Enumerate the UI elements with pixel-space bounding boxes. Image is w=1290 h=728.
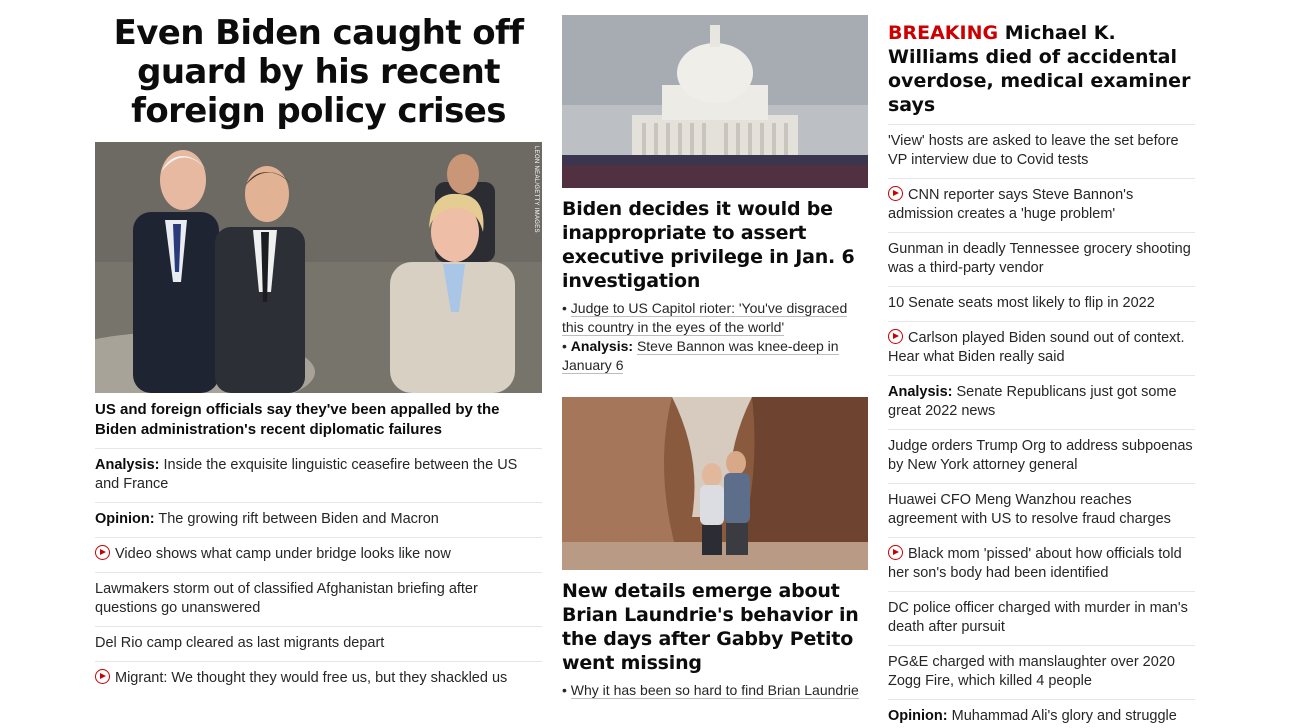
card2-bullets: • Why it has been so hard to find Brian … [562, 675, 868, 700]
item-text: Muhammad Ali's glory and struggle [951, 708, 1177, 724]
card1-bullets: • Judge to US Capitol rioter: 'You've di… [562, 293, 868, 375]
image-credit: LEON NEAL/GETTY IMAGES [533, 146, 539, 233]
list-item[interactable]: Huawei CFO Meng Wanzhou reaches agreemen… [888, 484, 1195, 538]
list-item[interactable]: 'View' hosts are asked to leave the set … [888, 125, 1195, 179]
list-item[interactable]: Gunman in deadly Tennessee grocery shoot… [888, 233, 1195, 287]
list-item[interactable]: Analysis: Senate Republicans just got so… [888, 376, 1195, 430]
item-text: Inside the exquisite linguistic ceasefir… [95, 457, 518, 492]
capitol-image[interactable] [562, 15, 868, 188]
list-item[interactable]: Black mom 'pissed' about how officials t… [888, 538, 1195, 592]
item-text: Gunman in deadly Tennessee grocery shoot… [888, 241, 1191, 276]
item-prefix: Analysis: [888, 384, 953, 400]
bullet-text: Why it has been so hard to find Brian La… [570, 682, 859, 699]
list-item[interactable]: CNN reporter says Steve Bannon's admissi… [888, 179, 1195, 233]
latest-news-list: 'View' hosts are asked to leave the set … [888, 125, 1195, 728]
breaking-headline-block[interactable]: BREAKING Michael K. Williams died of acc… [888, 0, 1195, 125]
canyon-image[interactable] [562, 397, 868, 570]
bullet-item[interactable]: • Judge to US Capitol rioter: 'You've di… [562, 299, 868, 337]
card2-headline[interactable]: New details emerge about Brian Laundrie'… [562, 570, 868, 675]
lead-story-column: Even Biden caught off guard by his recen… [95, 0, 542, 696]
card1-headline[interactable]: Biden decides it would be inappropriate … [562, 188, 868, 293]
play-video-icon [888, 545, 903, 560]
item-prefix: Analysis: [95, 457, 160, 473]
lead-story-image[interactable]: LEON NEAL/GETTY IMAGES [95, 142, 542, 393]
list-item[interactable]: Video shows what camp under bridge looks… [95, 538, 542, 573]
list-item[interactable]: Migrant: We thought they would free us, … [95, 662, 542, 696]
item-text: CNN reporter says Steve Bannon's admissi… [888, 187, 1134, 222]
play-video-icon [95, 545, 110, 560]
canyon-photo-illustration [562, 397, 868, 570]
list-item[interactable]: DC police officer charged with murder in… [888, 592, 1195, 646]
item-text: Black mom 'pissed' about how officials t… [888, 546, 1182, 581]
bullet-prefix: Analysis: [570, 338, 634, 354]
item-text: Judge orders Trump Org to address subpoe… [888, 438, 1193, 473]
play-video-icon [888, 186, 903, 201]
bullet-item[interactable]: • Why it has been so hard to find Brian … [562, 681, 868, 700]
item-text: Del Rio camp cleared as last migrants de… [95, 635, 385, 651]
list-item[interactable]: PG&E charged with manslaughter over 2020… [888, 646, 1195, 700]
item-text: Huawei CFO Meng Wanzhou reaches agreemen… [888, 492, 1171, 527]
bullet-item[interactable]: • Analysis: Steve Bannon was knee-deep i… [562, 337, 868, 375]
list-item[interactable]: Judge orders Trump Org to address subpoe… [888, 430, 1195, 484]
item-text: 'View' hosts are asked to leave the set … [888, 133, 1179, 168]
item-text: PG&E charged with manslaughter over 2020… [888, 654, 1175, 689]
list-item[interactable]: Carlson played Biden sound out of contex… [888, 322, 1195, 376]
list-item[interactable]: Analysis: Inside the exquisite linguisti… [95, 449, 542, 503]
item-text: Carlson played Biden sound out of contex… [888, 330, 1185, 365]
middle-column: Biden decides it would be inappropriate … [562, 15, 868, 700]
play-video-icon [888, 329, 903, 344]
item-text: 10 Senate seats most likely to flip in 2… [888, 295, 1155, 311]
play-video-icon [95, 669, 110, 684]
item-text: Migrant: We thought they would free us, … [115, 670, 508, 686]
lead-headline[interactable]: Even Biden caught off guard by his recen… [95, 0, 542, 142]
latest-news-column: BREAKING Michael K. Williams died of acc… [888, 0, 1195, 728]
bullet-text: Judge to US Capitol rioter: 'You've disg… [562, 300, 848, 336]
lead-related-list: Analysis: Inside the exquisite linguisti… [95, 449, 542, 696]
item-prefix: Opinion: [95, 511, 155, 527]
list-item[interactable]: Opinion: Muhammad Ali's glory and strugg… [888, 700, 1195, 728]
item-text: The growing rift between Biden and Macro… [158, 511, 439, 527]
list-item[interactable]: Opinion: The growing rift between Biden … [95, 503, 542, 538]
breaking-tag: BREAKING [888, 22, 999, 44]
leaders-photo-illustration [95, 142, 542, 393]
capitol-photo-illustration [562, 15, 868, 188]
item-prefix: Opinion: [888, 708, 948, 724]
lead-sub-headline[interactable]: US and foreign officials say they've bee… [95, 393, 542, 449]
list-item[interactable]: Lawmakers storm out of classified Afghan… [95, 573, 542, 627]
item-text: DC police officer charged with murder in… [888, 600, 1188, 635]
item-text: Lawmakers storm out of classified Afghan… [95, 581, 478, 616]
list-item[interactable]: Del Rio camp cleared as last migrants de… [95, 627, 542, 662]
item-text: Video shows what camp under bridge looks… [115, 546, 451, 562]
list-item[interactable]: 10 Senate seats most likely to flip in 2… [888, 287, 1195, 322]
